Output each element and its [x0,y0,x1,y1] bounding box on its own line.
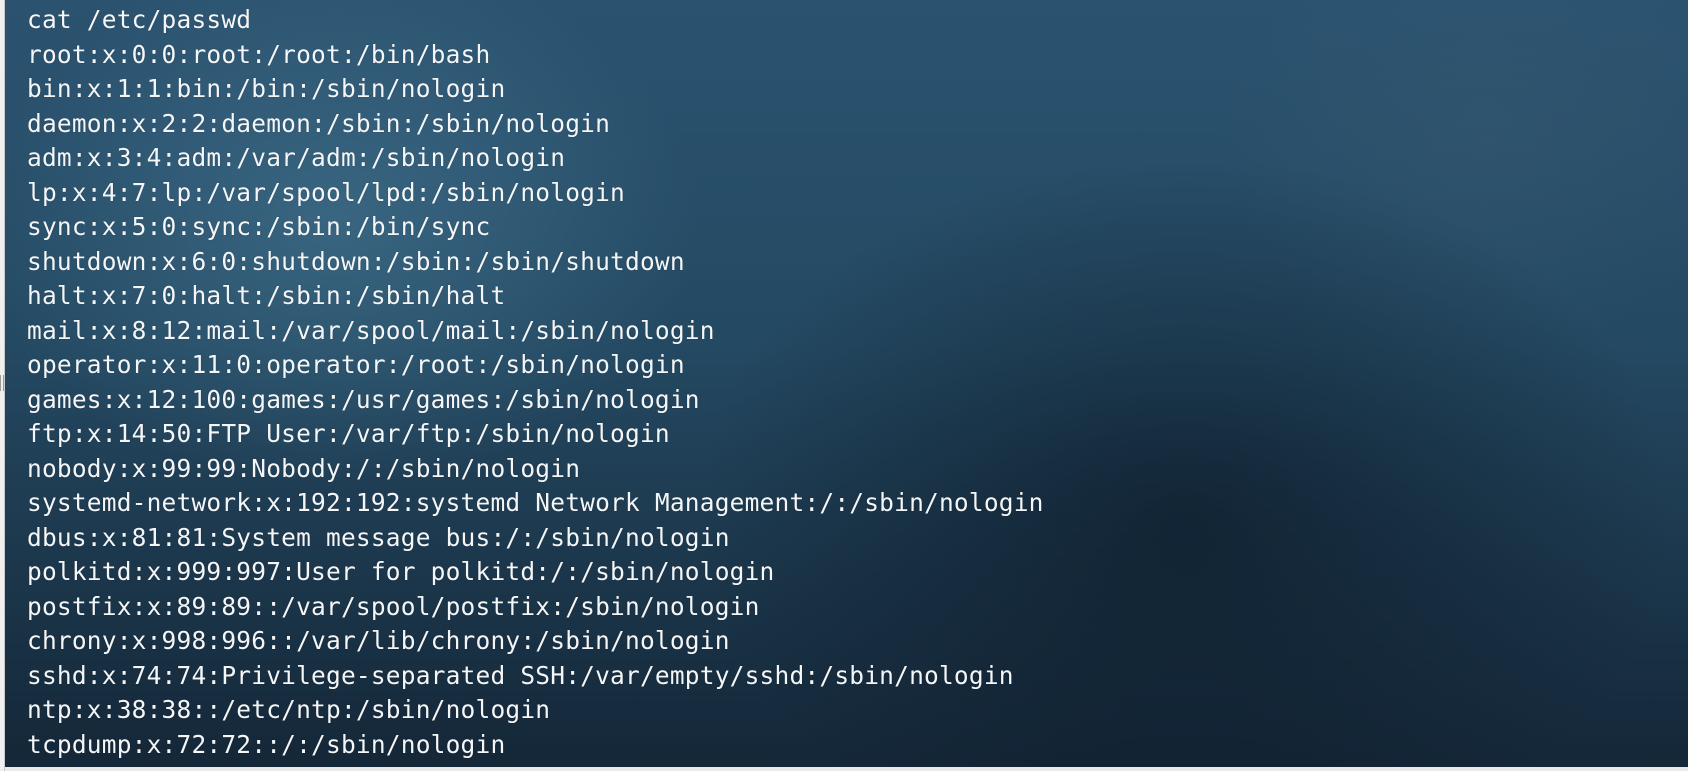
output-line: sync:x:5:0:sync:/sbin:/bin/sync [27,212,491,241]
window-bottom-border [5,767,1688,771]
output-line: bin:x:1:1:bin:/bin:/sbin/nologin [27,74,506,103]
output-line: ntp:x:38:38::/etc/ntp:/sbin/nologin [27,695,551,724]
output-line: nobody:x:99:99:Nobody:/:/sbin/nologin [27,453,581,483]
output-line: chrony:x:998:996::/var/lib/chrony:/sbin/… [27,626,730,655]
screen: cat /etc/passwd root:x:0:0:root:/root:/b… [0,0,1688,771]
output-line: postfix:x:89:89::/var/spool/postfix:/sbi… [27,591,760,621]
output-line: adm:x:3:4:adm:/var/adm:/sbin/nologin [27,143,566,172]
resize-handle[interactable] [0,375,4,391]
output-line: lp:x:4:7:lp:/var/spool/lpd:/sbin/nologin [27,177,626,207]
output-line: ftp:x:14:50:FTP User:/var/ftp:/sbin/nolo… [27,419,670,448]
output-line: daemon:x:2:2:daemon:/sbin:/sbin/nologin [27,108,611,138]
output-line: tcpdump:x:72:72::/:/sbin/nologin [27,729,506,759]
output-line: sshd:x:74:74:Privilege-separated SSH:/va… [27,660,1014,690]
output-line: shutdown:x:6:0:shutdown:/sbin:/sbin/shut… [27,246,685,276]
output-line: mail:x:8:12:mail:/var/spool/mail:/sbin/n… [27,315,715,345]
terminal-output: cat /etc/passwd root:x:0:0:root:/root:/b… [27,3,1044,762]
output-line: operator:x:11:0:operator:/root:/sbin/nol… [27,350,685,379]
terminal-window[interactable]: cat /etc/passwd root:x:0:0:root:/root:/b… [5,0,1688,767]
command-line: cat /etc/passwd [27,5,252,34]
output-line: halt:x:7:0:halt:/sbin:/sbin/halt [27,281,506,310]
output-line: systemd-network:x:192:192:systemd Networ… [27,488,1044,517]
output-line: dbus:x:81:81:System message bus:/:/sbin/… [27,522,730,552]
output-line: games:x:12:100:games:/usr/games:/sbin/no… [27,384,700,414]
output-line: root:x:0:0:root:/root:/bin/bash [27,39,491,69]
output-line: polkitd:x:999:997:User for polkitd:/:/sb… [27,557,775,586]
